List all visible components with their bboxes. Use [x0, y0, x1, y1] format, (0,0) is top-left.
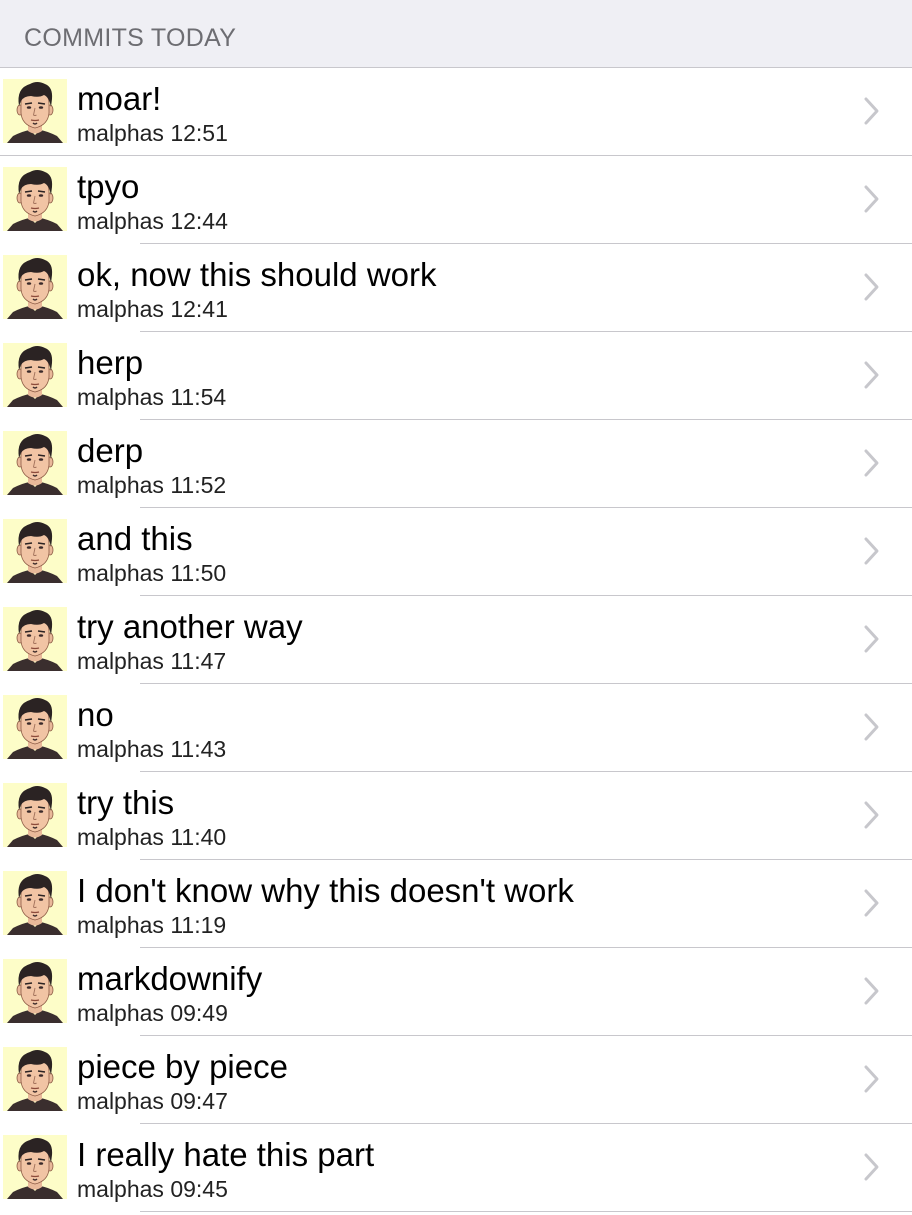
commit-meta: malphas 12:51: [77, 120, 228, 146]
avatar-icon: [3, 783, 67, 847]
commit-row[interactable]: try another way malphas 11:47: [0, 596, 912, 684]
chevron-right-icon: [862, 360, 882, 390]
commit-message: and this: [77, 520, 193, 557]
commit-message: tpyo: [77, 168, 140, 205]
commit-row[interactable]: try this malphas 11:40: [0, 772, 912, 860]
commit-row[interactable]: derp malphas 11:52: [0, 420, 912, 508]
commit-meta: malphas 11:50: [77, 560, 227, 586]
commit-message: derp: [77, 432, 144, 469]
commit-meta: malphas 11:19: [77, 912, 227, 938]
chevron-right-icon: [862, 888, 882, 918]
avatar-icon: [3, 431, 67, 495]
commit-message: no: [77, 696, 114, 733]
commit-message: markdownify: [77, 960, 263, 997]
commit-message: herp: [77, 344, 144, 381]
avatar-icon: [3, 1047, 67, 1111]
commit-meta: malphas 11:54: [77, 384, 227, 410]
commit-meta: malphas 11:43: [77, 736, 227, 762]
commit-row[interactable]: herp malphas 11:54: [0, 332, 912, 420]
commit-row[interactable]: markdownify malphas 09:49: [0, 948, 912, 1036]
avatar-icon: [3, 695, 67, 759]
commit-meta: malphas 09:47: [77, 1088, 228, 1114]
commit-list: moar! malphas 12:51 tpyo malphas 12:44 o…: [0, 68, 912, 1212]
chevron-right-icon: [862, 976, 882, 1006]
commit-row[interactable]: moar! malphas 12:51: [0, 68, 912, 156]
commit-meta: malphas 09:45: [77, 1176, 228, 1202]
commit-row[interactable]: I really hate this part malphas 09:45: [0, 1124, 912, 1212]
avatar-icon: [3, 343, 67, 407]
commit-row[interactable]: no malphas 11:43: [0, 684, 912, 772]
commit-message: I don't know why this doesn't work: [77, 872, 574, 909]
commit-meta: malphas 11:40: [77, 824, 227, 850]
chevron-right-icon: [862, 184, 882, 214]
commit-message: I really hate this part: [77, 1136, 375, 1173]
chevron-right-icon: [862, 272, 882, 302]
chevron-right-icon: [862, 1152, 882, 1182]
commit-meta: malphas 11:52: [77, 472, 227, 498]
avatar-icon: [3, 871, 67, 935]
chevron-right-icon: [862, 96, 882, 126]
chevron-right-icon: [862, 536, 882, 566]
section-title: COMMITS TODAY: [24, 24, 237, 52]
commit-message: try another way: [77, 608, 303, 645]
avatar-icon: [3, 79, 67, 143]
avatar-icon: [3, 255, 67, 319]
commit-meta: malphas 11:47: [77, 648, 227, 674]
commit-message: piece by piece: [77, 1048, 288, 1085]
commit-row[interactable]: and this malphas 11:50: [0, 508, 912, 596]
avatar-icon: [3, 519, 67, 583]
avatar-icon: [3, 607, 67, 671]
commit-row[interactable]: tpyo malphas 12:44: [0, 156, 912, 244]
commit-row[interactable]: piece by piece malphas 09:47: [0, 1036, 912, 1124]
avatar-icon: [3, 959, 67, 1023]
chevron-right-icon: [862, 800, 882, 830]
chevron-right-icon: [862, 1064, 882, 1094]
commit-message: ok, now this should work: [77, 256, 437, 293]
chevron-right-icon: [862, 712, 882, 742]
commit-meta: malphas 12:44: [77, 208, 228, 234]
commit-row[interactable]: I don't know why this doesn't work malph…: [0, 860, 912, 948]
commit-row[interactable]: ok, now this should work malphas 12:41: [0, 244, 912, 332]
avatar-icon: [3, 167, 67, 231]
commit-message: try this: [77, 784, 175, 821]
commit-meta: malphas 09:49: [77, 1000, 228, 1026]
commit-message: moar!: [77, 80, 162, 117]
avatar-icon: [3, 1135, 67, 1199]
section-header: COMMITS TODAY: [0, 0, 912, 68]
commit-meta: malphas 12:41: [77, 296, 228, 322]
chevron-right-icon: [862, 448, 882, 478]
chevron-right-icon: [862, 624, 882, 654]
